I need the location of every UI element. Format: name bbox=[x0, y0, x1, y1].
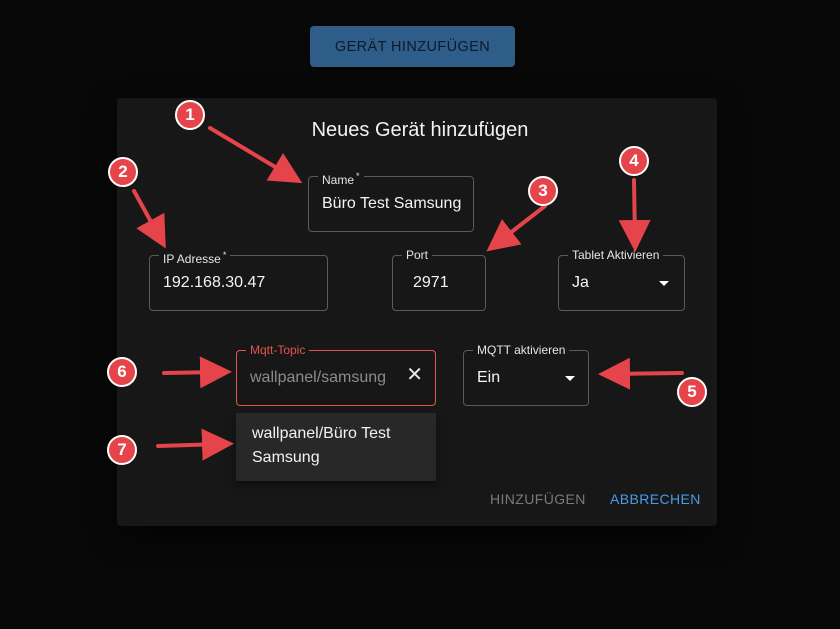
name-field[interactable]: Name * Büro Test Samsung bbox=[308, 169, 474, 232]
tablet-activate-select[interactable]: Tablet Aktivieren Ja bbox=[558, 248, 685, 311]
add-button[interactable]: HINZUFÜGEN bbox=[490, 491, 586, 507]
add-device-button[interactable]: GERÄT HINZUFÜGEN bbox=[310, 26, 515, 67]
chevron-down-icon bbox=[565, 376, 575, 381]
autocomplete-option[interactable]: wallpanel/Büro Test Samsung bbox=[252, 422, 427, 470]
annotation-badge-6: 6 bbox=[107, 357, 137, 387]
annotation-badge-1: 1 bbox=[175, 100, 205, 130]
ip-address-field-value: 192.168.30.47 bbox=[163, 274, 266, 291]
annotation-badge-7: 7 bbox=[107, 435, 137, 465]
autocomplete-menu: wallpanel/Büro Test Samsung bbox=[236, 413, 436, 481]
mqtt-topic-label: Mqtt-Topic bbox=[246, 343, 310, 357]
ip-address-field[interactable]: IP Adresse * 192.168.30.47 bbox=[149, 248, 328, 311]
close-icon[interactable]: ✕ bbox=[406, 365, 423, 385]
name-field-label: Name * bbox=[318, 169, 364, 187]
tablet-activate-value: Ja bbox=[572, 274, 589, 291]
port-field-label: Port bbox=[402, 248, 433, 262]
tablet-activate-label: Tablet Aktivieren bbox=[568, 248, 664, 262]
annotation-badge-2: 2 bbox=[108, 157, 138, 187]
ip-address-field-label: IP Adresse * bbox=[159, 248, 231, 266]
annotation-badge-3: 3 bbox=[528, 176, 558, 206]
name-field-value: Büro Test Samsung bbox=[322, 195, 462, 212]
annotation-badge-4: 4 bbox=[619, 146, 649, 176]
mqtt-activate-label: MQTT aktivieren bbox=[473, 343, 570, 357]
dialog-title: Neues Gerät hinzufügen bbox=[311, 119, 529, 141]
port-field[interactable]: Port 2971 bbox=[392, 248, 486, 311]
chevron-down-icon bbox=[659, 281, 669, 286]
mqtt-activate-value: Ein bbox=[477, 369, 501, 386]
mqtt-topic-value: wallpanel/samsung bbox=[250, 369, 387, 386]
mqtt-activate-select[interactable]: MQTT aktivieren Ein bbox=[463, 343, 589, 406]
mqtt-topic-input[interactable]: Mqtt-Topic wallpanel/samsung ✕ bbox=[236, 343, 436, 406]
annotation-badge-5: 5 bbox=[677, 377, 707, 407]
port-field-value: 2971 bbox=[413, 274, 449, 291]
cancel-button[interactable]: ABBRECHEN bbox=[610, 491, 701, 507]
